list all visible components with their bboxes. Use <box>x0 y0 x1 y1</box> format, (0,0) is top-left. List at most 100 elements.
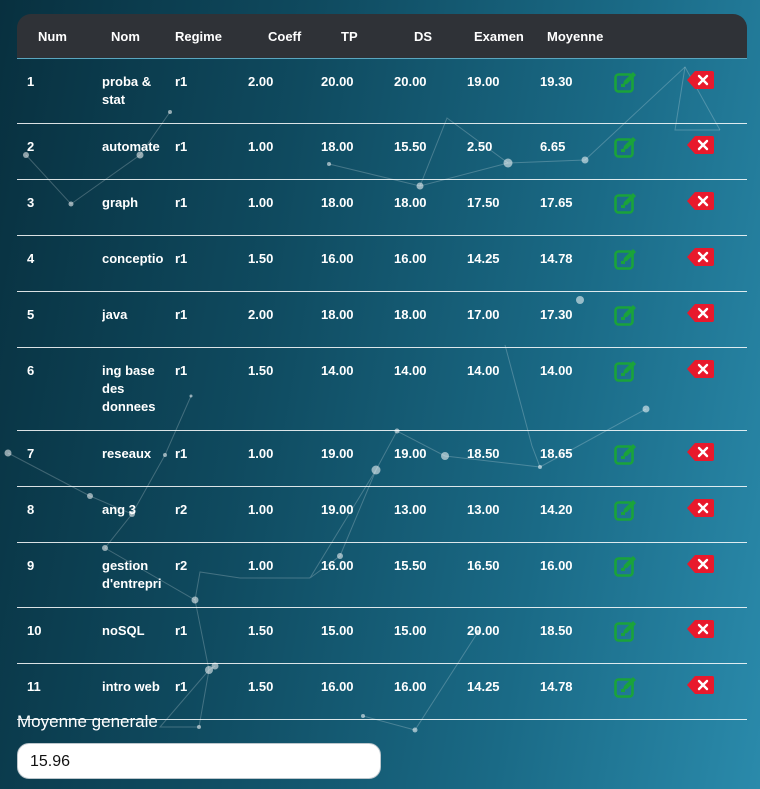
table-row: 7 reseaux r1 1.00 19.00 19.00 18.50 18.65 <box>17 431 747 487</box>
cell-nom: noSQL <box>102 623 145 638</box>
delete-button[interactable] <box>687 246 715 273</box>
cell-ds: 15.50 <box>394 558 427 573</box>
delete-icon <box>687 620 714 638</box>
moyenne-generale-field[interactable]: 15.96 <box>17 743 381 779</box>
delete-button[interactable] <box>687 358 715 385</box>
edit-button[interactable] <box>613 674 639 705</box>
cell-coeff: 1.00 <box>248 195 274 210</box>
cell-ds: 14.00 <box>394 363 427 378</box>
delete-button[interactable] <box>687 497 715 524</box>
edit-button[interactable] <box>613 497 639 528</box>
cell-examen: 20.00 <box>467 623 500 638</box>
delete-button[interactable] <box>687 553 715 580</box>
header-edit <box>613 14 687 59</box>
cell-ds: 18.00 <box>394 307 427 322</box>
cell-examen: 2.50 <box>467 139 493 154</box>
edit-icon <box>614 305 636 326</box>
cell-ds: 18.00 <box>394 195 427 210</box>
edit-icon <box>614 556 636 577</box>
cell-edit <box>613 292 687 348</box>
header-coeff: Coeff <box>248 14 321 59</box>
edit-icon <box>614 361 636 382</box>
cell-coeff: 1.50 <box>248 623 274 638</box>
cell-moyenne: 14.78 <box>540 679 573 694</box>
header-examen: Examen <box>467 14 540 59</box>
cell-tp: 18.00 <box>321 139 354 154</box>
delete-icon <box>687 248 714 266</box>
cell-examen: 14.00 <box>467 363 500 378</box>
delete-icon <box>687 676 714 694</box>
cell-tp: 16.00 <box>321 679 354 694</box>
table-header: Num Nom Regime Coeff TP DS Examen Moyenn… <box>17 14 747 59</box>
cell-ds: 15.50 <box>394 139 427 154</box>
cell-moyenne: 19.30 <box>540 74 573 89</box>
cell-num: 7 <box>27 446 35 461</box>
delete-button[interactable] <box>687 674 715 701</box>
cell-regime: r1 <box>175 623 188 638</box>
cell-tp: 16.00 <box>321 251 354 266</box>
cell-moyenne: 18.50 <box>540 623 573 638</box>
cell-regime: r1 <box>175 446 188 461</box>
table-row: 1 proba & stat r1 2.00 20.00 20.00 19.00 19.30 <box>17 59 747 124</box>
cell-num: 4 <box>27 251 35 266</box>
cell-moyenne: 14.78 <box>540 251 573 266</box>
delete-icon <box>687 304 714 322</box>
cell-tp: 15.00 <box>321 623 354 638</box>
cell-delete <box>687 543 747 608</box>
header-moyenne: Moyenne <box>540 14 613 59</box>
edit-button[interactable] <box>613 618 639 649</box>
table-row: 6 ing base des donnees r1 1.50 14.00 14.00 14.… <box>17 348 747 431</box>
moyenne-generale-label: Moyenne generale <box>17 712 158 731</box>
delete-button[interactable] <box>687 618 715 645</box>
cell-regime: r2 <box>175 502 188 517</box>
cell-ds: 16.00 <box>394 679 427 694</box>
table-body: 1 proba & stat r1 2.00 20.00 20.00 19.00 19.30 2… <box>17 59 747 720</box>
cell-num: 1 <box>27 74 35 89</box>
edit-icon <box>614 137 636 158</box>
cell-tp: 20.00 <box>321 74 354 89</box>
cell-coeff: 1.50 <box>248 679 274 694</box>
edit-button[interactable] <box>613 358 639 389</box>
cell-tp: 18.00 <box>321 307 354 322</box>
delete-button[interactable] <box>687 302 715 329</box>
cell-regime: r1 <box>175 195 188 210</box>
header-regime: Regime <box>175 14 248 59</box>
edit-button[interactable] <box>613 441 639 472</box>
cell-delete <box>687 59 747 124</box>
cell-delete <box>687 348 747 431</box>
edit-icon <box>614 444 636 465</box>
header-ds: DS <box>394 14 467 59</box>
cell-regime: r1 <box>175 679 188 694</box>
cell-edit <box>613 59 687 124</box>
table-row: 3 graph r1 1.00 18.00 18.00 17.50 17.65 <box>17 180 747 236</box>
delete-icon <box>687 555 714 573</box>
cell-nom: java <box>102 307 128 322</box>
cell-coeff: 1.00 <box>248 558 274 573</box>
cell-regime: r2 <box>175 558 188 573</box>
edit-icon <box>614 500 636 521</box>
delete-button[interactable] <box>687 134 715 161</box>
edit-button[interactable] <box>613 134 639 165</box>
cell-num: 10 <box>27 623 42 638</box>
cell-tp: 18.00 <box>321 195 354 210</box>
cell-coeff: 1.00 <box>248 139 274 154</box>
cell-moyenne: 18.65 <box>540 446 573 461</box>
edit-button[interactable] <box>613 190 639 221</box>
cell-delete <box>687 608 747 664</box>
cell-examen: 13.00 <box>467 502 500 517</box>
delete-button[interactable] <box>687 69 715 96</box>
cell-nom: graph <box>102 195 139 210</box>
edit-button[interactable] <box>613 246 639 277</box>
cell-nom: ang 3 <box>102 502 136 517</box>
cell-examen: 14.25 <box>467 251 500 266</box>
edit-button[interactable] <box>613 302 639 333</box>
delete-button[interactable] <box>687 190 715 217</box>
cell-num: 8 <box>27 502 35 517</box>
delete-icon <box>687 443 714 461</box>
cell-tp: 16.00 <box>321 558 354 573</box>
cell-ds: 15.00 <box>394 623 427 638</box>
edit-button[interactable] <box>613 69 639 100</box>
edit-button[interactable] <box>613 553 639 584</box>
delete-button[interactable] <box>687 441 715 468</box>
cell-nom: conceptio <box>102 251 164 266</box>
